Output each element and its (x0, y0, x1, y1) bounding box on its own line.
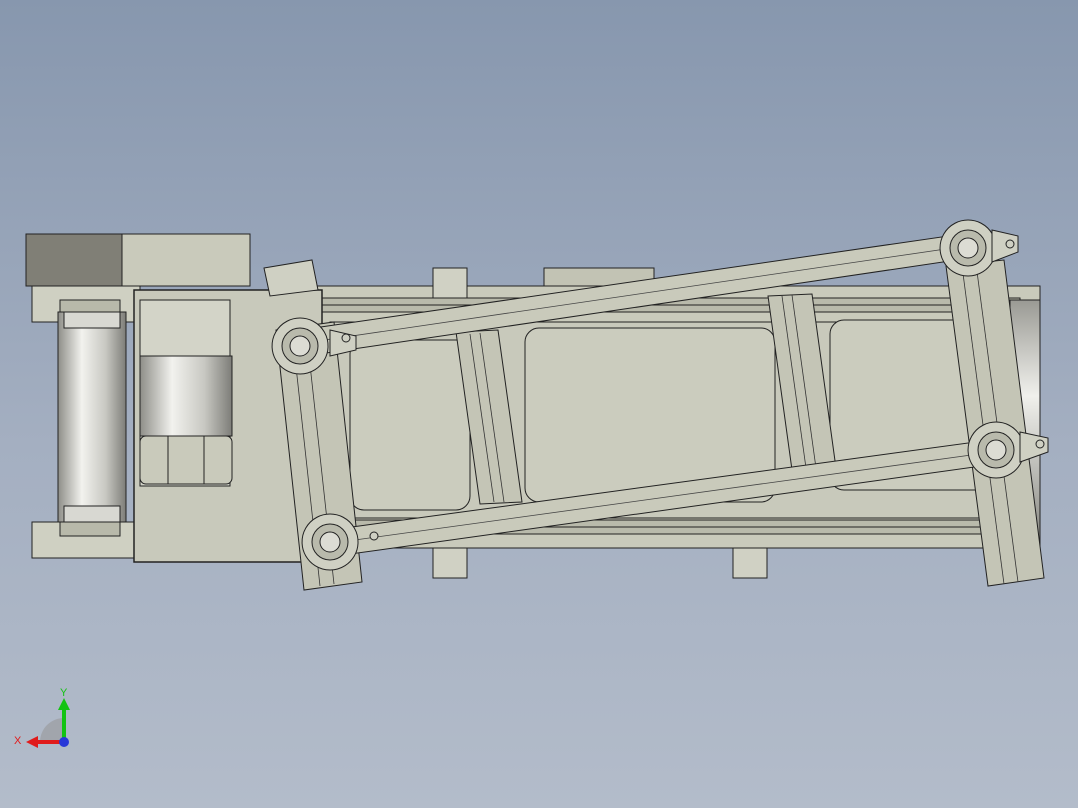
motor-cylinder (139, 355, 233, 437)
axis-triad: Y X (14, 687, 70, 748)
motor-cover-light (121, 233, 251, 287)
top-left-clamp (263, 259, 319, 297)
motor-cover-dark (25, 233, 123, 287)
left-drive-roller (57, 311, 127, 523)
triad-plane-icon (40, 718, 64, 742)
belt-panel-1 (349, 339, 471, 511)
conveyor-assembly-model[interactable] (0, 0, 1078, 808)
cad-viewport[interactable]: Y X (0, 0, 1078, 808)
triad-origin-z (59, 737, 69, 747)
triad-y-label: Y (60, 687, 68, 699)
triad-x-label: X (14, 735, 22, 747)
